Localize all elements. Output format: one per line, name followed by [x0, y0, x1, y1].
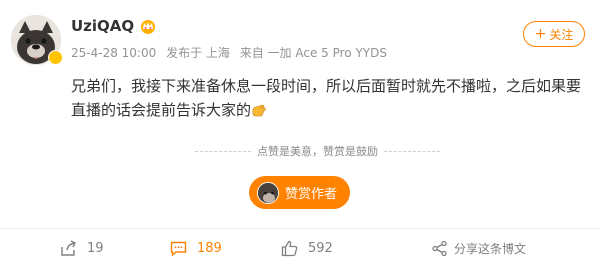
- repost-icon: [61, 239, 76, 256]
- comment-action[interactable]: 189: [170, 238, 222, 258]
- follow-label: 关注: [549, 27, 574, 42]
- username[interactable]: UziQAQ: [71, 17, 134, 35]
- vip-crown-icon: [141, 20, 156, 34]
- repost-action[interactable]: 19: [60, 238, 104, 258]
- username-row: UziQAQ: [71, 17, 157, 35]
- comment-count: 189: [197, 240, 222, 256]
- follow-button[interactable]: + 关注: [523, 21, 585, 47]
- share-post-action[interactable]: 分享这条博文: [431, 238, 526, 258]
- avatar[interactable]: [11, 15, 63, 65]
- like-action[interactable]: 592: [281, 238, 333, 258]
- share-post-label: 分享这条博文: [454, 241, 527, 256]
- bulldog-mini-icon: [258, 182, 278, 203]
- repost-count: 19: [87, 240, 104, 256]
- comment-icon: [170, 241, 187, 257]
- hand-wave-emoji-icon: [252, 104, 266, 117]
- action-bar-divider: [0, 228, 600, 229]
- reward-button-label: 赞赏作者: [285, 187, 338, 202]
- divider-left: [195, 150, 251, 152]
- post-date[interactable]: 25-4-28 10:00: [71, 46, 156, 60]
- like-count: 592: [308, 240, 333, 256]
- reward-tip-divider: 点赞是美意，赞赏是鼓励: [195, 143, 440, 159]
- post-source: 来自 一加 Ace 5 Pro YYDS: [239, 46, 387, 60]
- divider-right: [384, 150, 440, 152]
- post-location: 发布于 上海: [166, 46, 230, 60]
- post-content: 兄弟们，我接下来准备休息一段时间，所以后面暂时就先不播啦，之后如果要直播的话会提…: [71, 74, 591, 122]
- vip-badge-icon: [48, 50, 63, 65]
- thumbs-up-icon: [281, 240, 298, 256]
- post-meta: 25-4-28 10:00 发布于 上海 来自 一加 Ace 5 Pro YYD…: [71, 44, 393, 61]
- share-icon: [432, 240, 447, 256]
- reward-author-button[interactable]: 赞赏作者: [249, 176, 350, 209]
- post-text: 兄弟们，我接下来准备休息一段时间，所以后面暂时就先不播啦，之后如果要直播的话会提…: [71, 77, 582, 119]
- reward-avatar: [257, 181, 279, 204]
- weibo-post-card: UziQAQ 25-4-28 10:00 发布于 上海 来自 一加 Ace 5 …: [0, 0, 600, 272]
- reward-tip: 点赞是美意，赞赏是鼓励: [257, 145, 378, 158]
- plus-icon: +: [534, 26, 547, 42]
